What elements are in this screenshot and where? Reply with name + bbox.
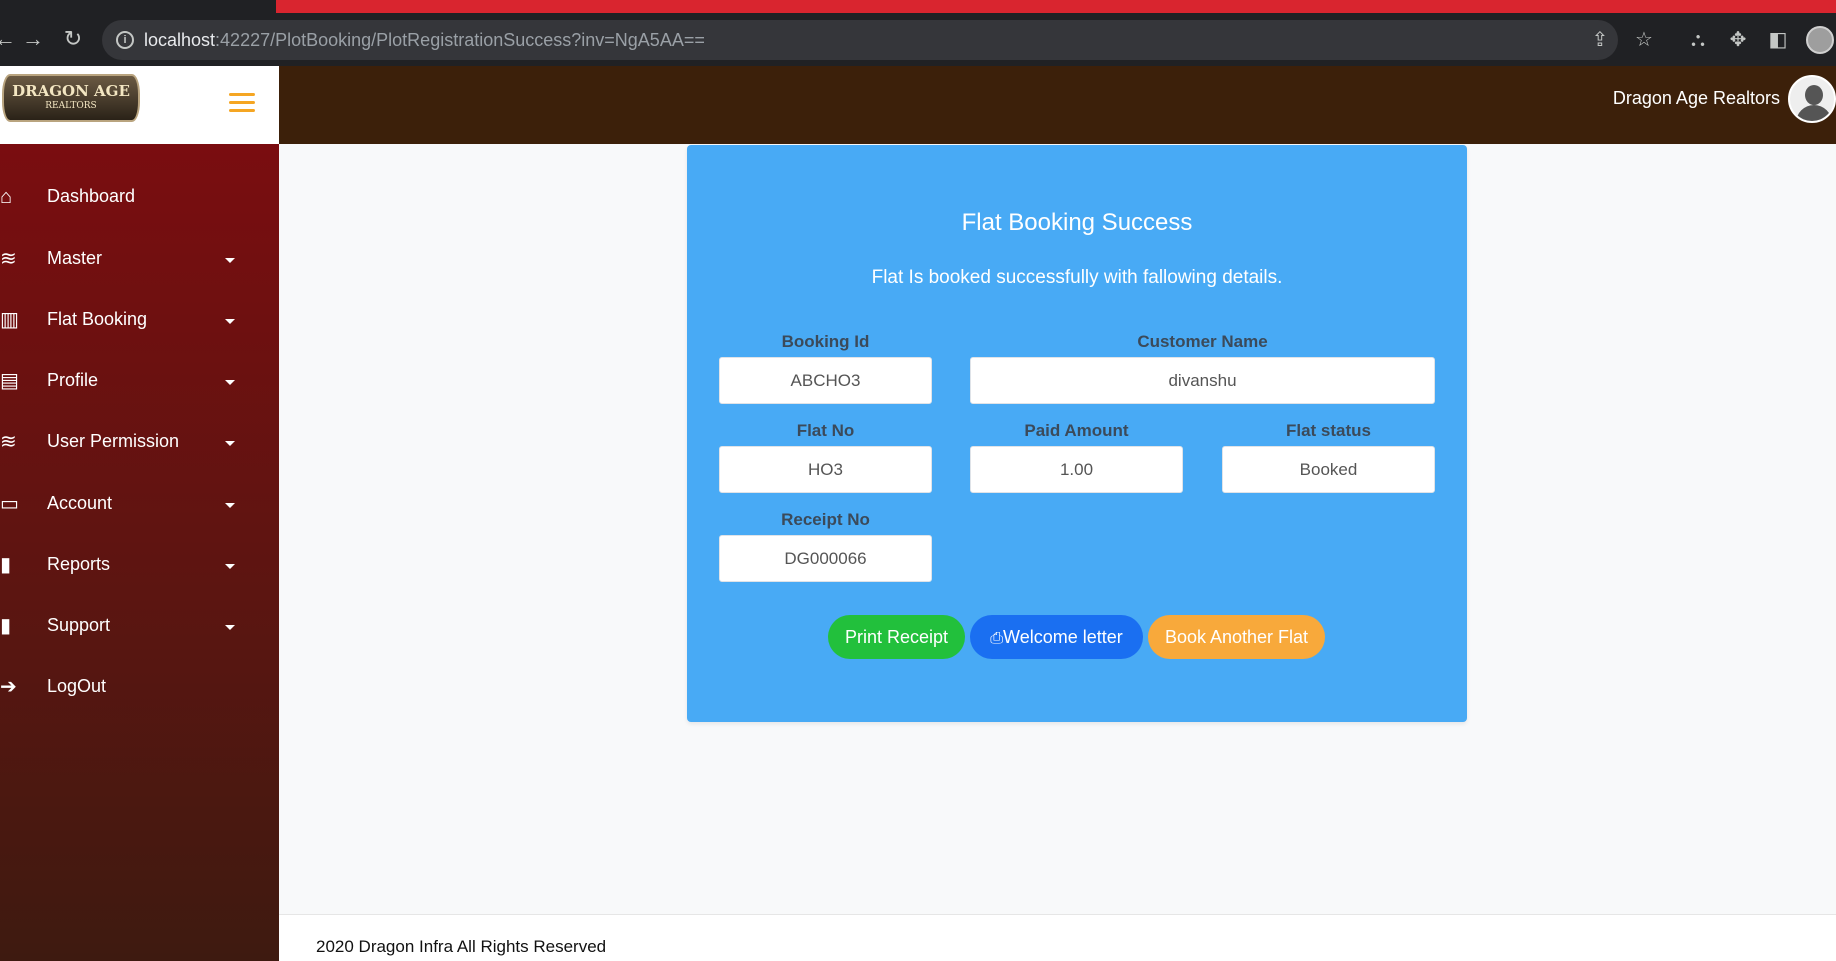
sidebar-item-label: Profile [47, 370, 99, 390]
logo-line2: REALTORS [45, 101, 97, 111]
layers-icon: ≋ [0, 431, 17, 453]
sidepanel-icon[interactable]: ◧ [1766, 28, 1790, 52]
sidebar-item-dashboard[interactable]: ⌂ Dashboard [0, 174, 279, 220]
user-avatar[interactable] [1788, 75, 1836, 123]
booking-success-card: Flat Booking Success Flat Is booked succ… [687, 145, 1467, 722]
flat-no-label: Flat No [796, 421, 855, 440]
paid-amount-field[interactable]: 1.00 [970, 446, 1183, 493]
sidebar-item-user-permission[interactable]: ≋ User Permission [0, 419, 279, 465]
sidebar-item-label: LogOut [47, 676, 107, 696]
sidebar-item-label: Dashboard [47, 186, 136, 206]
receipt-no-field[interactable]: DG000066 [719, 535, 932, 582]
hamburger-menu-icon[interactable] [229, 93, 255, 113]
book-another-flat-button[interactable]: Book Another Flat [1148, 615, 1325, 659]
sidebar-item-logout[interactable]: ➔ LogOut [0, 664, 279, 710]
book-icon: ▮ [0, 554, 12, 576]
id-card-icon: ▤ [0, 370, 19, 392]
sidebar-item-label: User Permission [47, 431, 180, 451]
map-icon: ▥ [0, 309, 19, 331]
url-path: :42227/PlotBooking/PlotRegistrationSucce… [215, 30, 705, 50]
address-bar[interactable]: i localhost:42227/PlotBooking/PlotRegist… [102, 20, 1653, 60]
booking-id-field[interactable]: ABCHO3 [719, 357, 932, 404]
receipt-no-label: Receipt No [781, 510, 870, 529]
flat-no-field[interactable]: HO3 [719, 446, 932, 493]
sidebar-item-label: Master [47, 248, 103, 268]
caret-down-icon [225, 564, 235, 569]
share-icon[interactable]: ⇪ [1588, 28, 1612, 52]
sidebar-item-label: Support [47, 615, 111, 635]
sidebar-item-profile[interactable]: ▤ Profile [0, 358, 279, 404]
logo[interactable]: DRAGON AGE REALTORS [2, 74, 140, 122]
puzzle-icon[interactable]: ✥ [1726, 28, 1750, 52]
book-icon: ▮ [0, 615, 12, 637]
top-navbar: Dragon Age Realtors [279, 66, 1836, 144]
reload-icon[interactable]: ↻ [60, 26, 86, 52]
tab-strip [276, 0, 1836, 13]
browser-toolbar: ← → ↻ i localhost:42227/PlotBooking/Plot… [0, 0, 1836, 66]
star-icon[interactable]: ☆ [1632, 28, 1656, 52]
caret-down-icon [225, 380, 235, 385]
customer-name-field[interactable]: divanshu [970, 357, 1435, 404]
sidebar-item-label: Flat Booking [47, 309, 148, 329]
welcome-letter-button[interactable]: ⎙Welcome letter [970, 615, 1143, 659]
info-icon[interactable]: i [116, 31, 134, 49]
welcome-letter-label: Welcome letter [1003, 627, 1123, 647]
url-text[interactable]: localhost:42227/PlotBooking/PlotRegistra… [144, 30, 705, 51]
booking-id-label: Booking Id [781, 332, 870, 351]
paid-amount-label: Paid Amount [1024, 421, 1129, 440]
home-icon: ⌂ [0, 186, 13, 208]
sidebar-item-reports[interactable]: ▮ Reports [0, 542, 279, 588]
caret-down-icon [225, 625, 235, 630]
flat-status-label: Flat status [1285, 421, 1372, 440]
forward-arrow-icon[interactable]: → [20, 26, 46, 52]
sidebar-item-label: Account [47, 493, 113, 513]
print-receipt-button[interactable]: Print Receipt [828, 615, 965, 659]
flat-status-field[interactable]: Booked [1222, 446, 1435, 493]
caret-down-icon [225, 441, 235, 446]
card-title: Flat Booking Success [961, 209, 1193, 236]
card-subtitle: Flat Is booked successfully with fallowi… [871, 267, 1283, 288]
logo-line1: DRAGON AGE [12, 82, 130, 100]
url-host: localhost [144, 30, 216, 50]
layers-icon: ≋ [0, 248, 17, 270]
sidebar-item-label: Reports [47, 554, 111, 574]
sidebar-item-master[interactable]: ≋ Master [0, 236, 279, 282]
sidebar-item-flat-booking[interactable]: ▥ Flat Booking [0, 297, 279, 343]
sidebar: ⌂ Dashboard ≋ Master ▥ Flat Booking ▤ Pr… [0, 144, 279, 961]
extension-icon[interactable]: ⛬ [1686, 28, 1710, 52]
footer: 2020 Dragon Infra All Rights Reserved [279, 914, 1836, 961]
caret-down-icon [225, 258, 235, 263]
user-name[interactable]: Dragon Age Realtors [1613, 88, 1780, 109]
footer-copyright: 2020 Dragon Infra All Rights Reserved [316, 937, 607, 956]
logo-area: DRAGON AGE REALTORS [0, 66, 279, 144]
profile-icon[interactable] [1806, 26, 1834, 54]
credit-card-icon: ▭ [0, 493, 19, 515]
customer-name-label: Customer Name [1137, 332, 1268, 351]
back-arrow-icon[interactable]: ← [0, 26, 18, 52]
print-icon: ⎙ [990, 630, 1004, 647]
caret-down-icon [225, 319, 235, 324]
sidebar-item-account[interactable]: ▭ Account [0, 481, 279, 527]
caret-down-icon [225, 503, 235, 508]
sidebar-item-support[interactable]: ▮ Support [0, 603, 279, 649]
sign-out-icon: ➔ [0, 676, 17, 698]
